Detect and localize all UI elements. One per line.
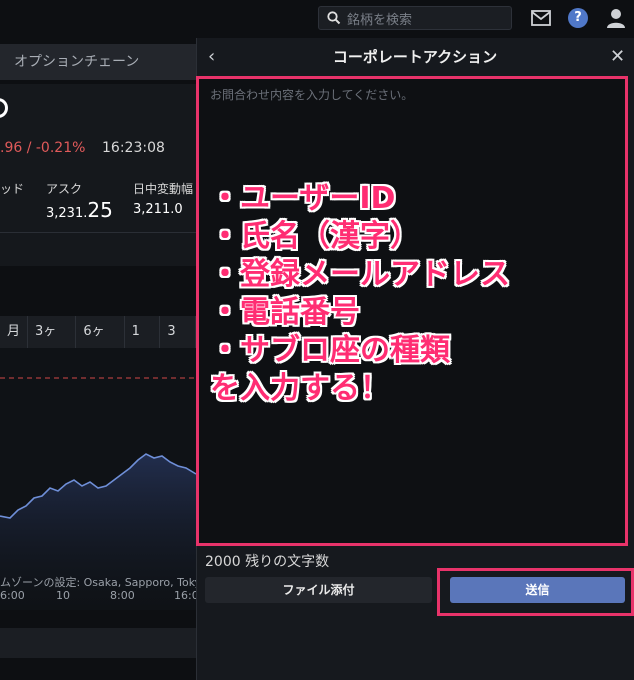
price-chart [0,348,196,610]
price-change: .96 / -0.21% [0,140,86,156]
ask-value-prefix: 3,231. [46,206,88,221]
x-tick: 6:00 [0,589,25,602]
annotation-overlay: ・ユーザーID ・氏名（漢字） ・登録メールアドレス ・電話番号 ・サブロ座の種… [210,181,510,406]
price-card [0,84,196,266]
user-icon[interactable] [605,7,627,29]
period-6m[interactable]: 6ヶ月 [76,316,125,371]
search-placeholder: 銘柄を検索 [347,12,413,28]
char-count: 2000 残りの文字数 [205,554,330,570]
ask-label: アスク [46,182,83,196]
mail-icon[interactable] [531,10,551,26]
bottom-strip [0,628,196,658]
textarea-placeholder: お問合わせ内容を入力してください。 [210,88,414,102]
x-tick: 10 [56,589,70,602]
period-selector: 月 3ヶ月 6ヶ月 1年 3年 [0,316,197,371]
tab-option-chain[interactable]: オプションチェーン [0,44,196,80]
bid-label: ッド [0,182,25,196]
divider [0,232,196,233]
ask-value-suffix: 25 [87,198,113,222]
period-3y[interactable]: 3年 [160,316,197,371]
period-1y[interactable]: 1年 [125,316,161,371]
period-3m[interactable]: 3ヶ月 [28,316,77,371]
close-button[interactable]: ✕ [610,46,625,67]
send-button[interactable]: 送信 [450,577,625,603]
timezone-note: ムゾーンの設定: Osaka, Sapporo, Tokyo [0,576,208,589]
modal-title: コーポレートアクション [332,48,498,66]
ask-value: 3,231.25 [46,198,113,222]
search-input[interactable]: 銘柄を検索 [318,6,512,30]
x-tick: 16:0 [174,589,199,602]
attach-file-button[interactable]: ファイル添付 [205,577,432,603]
range-value: 3,211.0 [133,202,183,217]
help-icon[interactable]: ? [568,8,588,28]
price-time: 16:23:08 [102,140,165,156]
period-1m[interactable]: 月 [0,316,29,348]
x-tick: 8:00 [110,589,135,602]
range-label: 日中変動幅 [133,182,194,196]
search-icon [327,11,341,25]
